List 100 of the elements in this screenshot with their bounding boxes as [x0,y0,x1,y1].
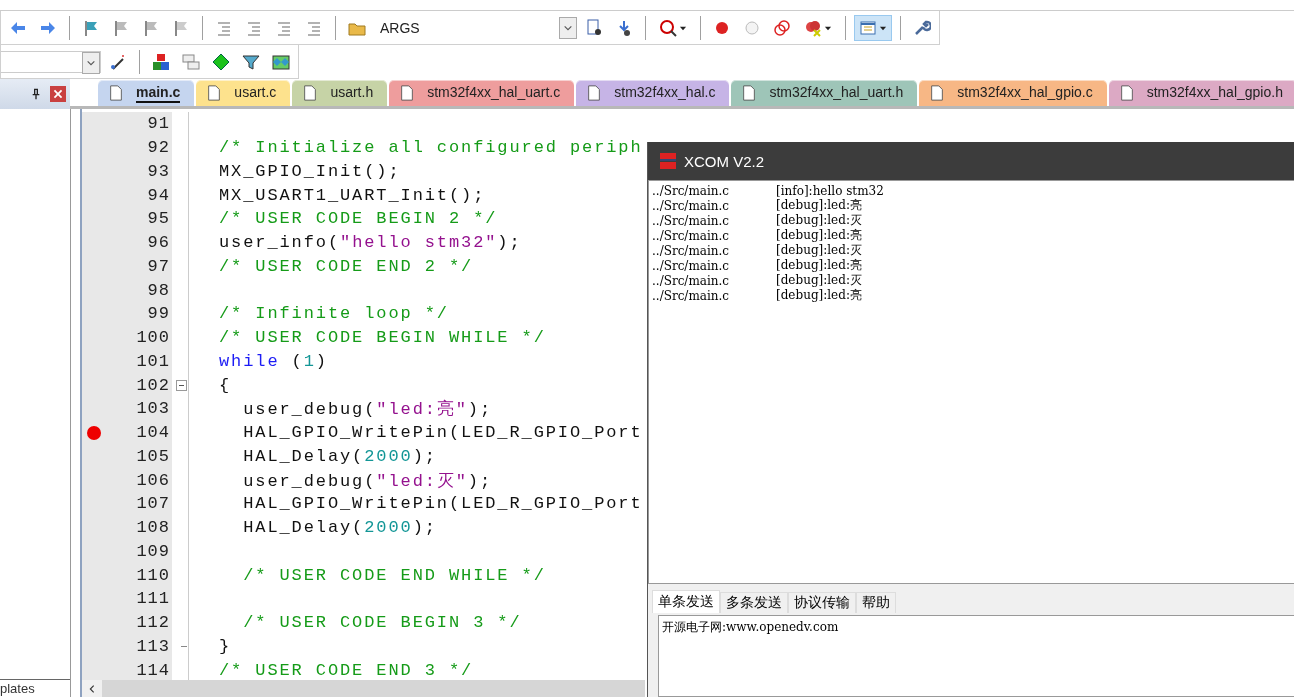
log-source: ../Src/main.c [652,258,731,273]
blocks-icon [152,52,170,71]
line-number: 106 [136,470,170,490]
document-icon [586,84,603,102]
log-message: [debug]:led:灭 [776,242,862,259]
code-line: while (1) [218,351,328,371]
breakpoint-icon[interactable] [87,425,101,440]
line-number: 100 [136,328,170,348]
line-number: 103 [136,399,170,419]
pin-icon [30,88,42,100]
line-number: 101 [136,351,170,371]
wand-icon [109,52,127,71]
flag-icon [172,18,190,37]
line-number: 96 [147,233,170,253]
file-tab[interactable]: usart.h [292,80,388,106]
log-source: ../Src/main.c [652,228,731,243]
line-number: 104 [136,423,170,443]
log-source: ../Src/main.c [652,183,731,198]
circles-icon [773,18,791,37]
wrench-icon [913,18,931,37]
flag-icon [142,18,160,37]
code-line: { [218,375,232,395]
send-tab[interactable]: 多条发送 [720,592,788,613]
file-tab[interactable]: main.c [98,80,195,106]
code-line: /* USER CODE BEGIN 2 */ [218,209,498,229]
window-icon [859,18,877,37]
line-number: 92 [147,138,170,158]
log-message: [info]:hello stm32 [776,183,884,198]
file-tab[interactable]: stm32f4xx_hal_uart.h [731,80,918,106]
file-tab[interactable]: stm32f4xx_hal_uart.c [389,80,575,106]
code-line: /* USER CODE END 3 */ [218,660,474,680]
line-number: 105 [136,446,170,466]
log-message: [debug]:led:亮 [776,257,862,274]
diamond-icon [212,52,230,71]
window-title: XCOM V2.2 [684,152,765,170]
circle-icon [743,18,761,37]
panel-tab[interactable]: plates [0,679,70,697]
log-message: [debug]:led:亮 [776,227,862,244]
log-source: ../Src/main.c [652,213,731,228]
file-tab[interactable]: usart.c [196,80,291,106]
file-tab[interactable]: stm32f4xx_hal.c [576,80,730,106]
line-number: 99 [147,304,170,324]
log-source: ../Src/main.c [652,273,731,288]
document-icon [206,84,223,102]
grid-diamonds-icon [272,52,290,71]
send-tab[interactable]: 协议传输 [788,592,856,613]
flag-icon [112,18,130,37]
line-number: 98 [147,280,170,300]
send-tab[interactable]: 帮助 [856,592,896,613]
dropdown-button[interactable] [559,16,577,39]
line-number: 110 [136,565,170,585]
document-search-icon [585,18,603,37]
code-line: HAL_Delay(2000); [242,446,437,466]
code-line: MX_GPIO_Init(); [218,161,401,181]
magnifier-icon [659,18,677,37]
horizontal-scrollbar[interactable] [82,680,645,697]
scroll-left-button[interactable] [82,680,102,697]
document-icon [108,84,124,102]
close-icon [50,86,66,102]
funnel-icon [242,52,260,71]
log-message: [debug]:led:亮 [776,197,862,214]
chevron-left-icon [87,683,97,694]
code-line: /* Initialize all configured periph [218,138,643,158]
line-number: 91 [147,114,170,134]
send-tab[interactable]: 单条发送 [652,590,720,613]
log-source: ../Src/main.c [652,288,731,303]
log-message: [debug]:led:灭 [776,272,862,289]
line-number: 113 [136,636,170,656]
log-message: [debug]:led:亮 [776,287,862,304]
circles-cross-icon [804,18,822,37]
code-line: /* USER CODE END WHILE */ [242,565,546,585]
args-label: ARGS [379,19,421,36]
code-line: /* USER CODE BEGIN WHILE */ [218,328,546,348]
line-number: 112 [136,613,170,633]
code-line: user_info("hello stm32"); [218,233,522,253]
file-tab[interactable]: stm32f4xx_hal_gpio.c [919,80,1107,106]
code-line: /* Infinite loop */ [218,304,449,324]
code-line: /* USER CODE END 2 */ [218,256,474,276]
code-line: HAL_GPIO_WritePin(LED_R_GPIO_Port [242,494,643,514]
window-button[interactable] [854,14,892,41]
line-number: 102 [136,375,170,395]
send-field[interactable]: 开源电子网:www.openedv.com [658,615,1294,697]
code-line: MX_USART1_UART_Init(); [218,185,486,205]
document-icon [302,84,319,102]
code-line: user_debug("led:灭"); [242,470,493,492]
log-source: ../Src/main.c [652,243,731,258]
line-number: 94 [147,185,170,205]
code-line: HAL_GPIO_WritePin(LED_R_GPIO_Port [242,423,643,443]
line-number: 93 [147,161,170,181]
stacked-windows-icon [182,52,200,71]
code-line: user_debug("led:亮"); [242,398,493,421]
line-number: 109 [136,541,170,561]
fold-icon[interactable] [175,379,187,391]
file-tab[interactable]: stm32f4xx_hal_gpio.h [1108,80,1294,106]
line-number: 95 [147,209,170,229]
flag-icon [82,18,100,37]
document-icon [399,84,416,102]
dropdown-button[interactable] [82,51,100,74]
log-source: ../Src/main.c [652,198,731,213]
line-number: 111 [136,589,170,609]
